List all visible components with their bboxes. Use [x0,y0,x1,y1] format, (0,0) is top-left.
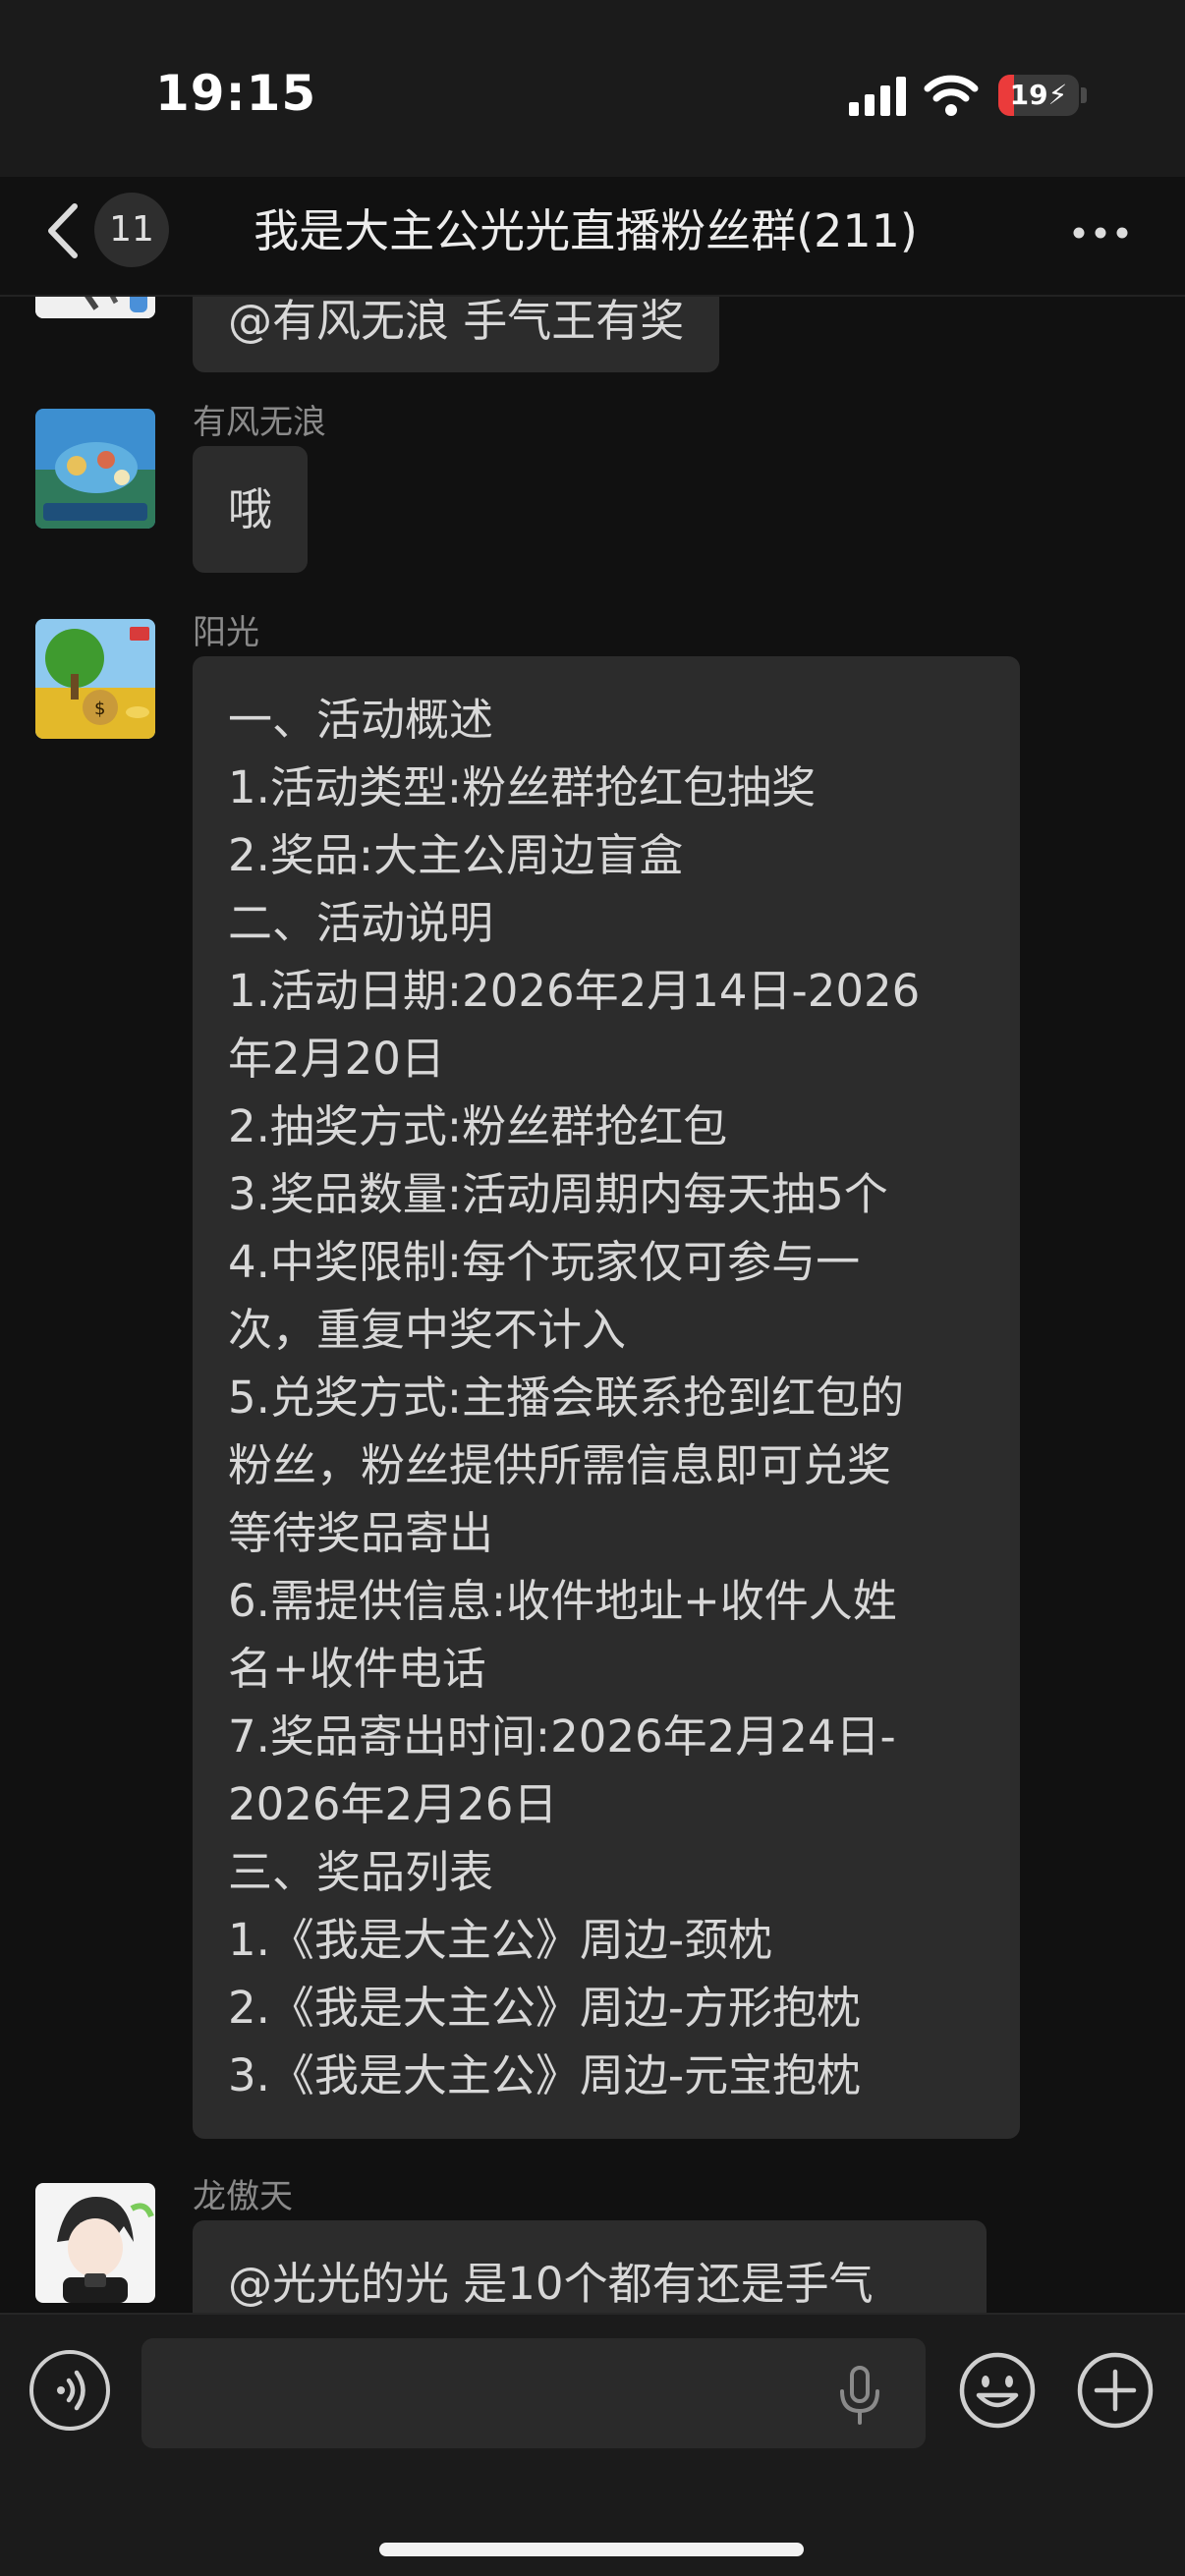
avatar-image [35,2183,155,2303]
emoji-icon[interactable] [957,2350,1038,2431]
message-line: 2.奖品:大主公周边盲盒 [228,829,684,881]
message-line: 7.奖品寄出时间:2026年2月24日- [228,1710,896,1763]
avatar-image [35,409,155,529]
message-line: 1.活动类型:粉丝群抢红包抽奖 [228,761,817,813]
message-line: 二、活动说明 [228,897,494,949]
message-line: @有风无浪 手气王有奖 [228,297,685,347]
message-line: 5.兑奖方式:主播会联系抢到红包的 [228,1372,905,1424]
avatar[interactable] [35,297,155,318]
wifi-icon [924,75,979,116]
avatar-image [35,297,155,318]
status-bar: 19:15 19⚡ [0,0,1185,177]
sender-name: 有风无浪 [193,403,326,442]
chat-screen: 19:15 19⚡ 11 我是大主公光光直播粉丝群(211) @有风无浪 手气王… [0,0,1185,2576]
message-input[interactable] [141,2338,926,2448]
message-line: 3.《我是大主公》周边-元宝抱枕 [228,2049,862,2101]
svg-text:$: $ [94,699,105,719]
sender-name: 龙傲天 [193,2177,293,2216]
message-line: 2.抽奖方式:粉丝群抢红包 [228,1100,728,1152]
home-indicator[interactable] [379,2543,804,2556]
message-line: 三、奖品列表 [228,1846,494,1898]
battery-level-text: 19⚡ [1009,79,1068,111]
status-time: 19:15 [155,65,317,122]
battery-icon: 19⚡ [998,75,1079,116]
voice-wave-icon [57,2370,85,2411]
message-line: 粉丝，粉丝提供所需信息即可兑奖 [228,1439,892,1491]
voice-icon[interactable] [29,2350,110,2431]
message-line: 等待奖品寄出 [228,1507,494,1559]
message-line: 3.奖品数量:活动周期内每天抽5个 [228,1168,888,1220]
message-line: 名+收件电话 [228,1643,486,1695]
message-line: @光光的光 是10个都有还是手气 [228,2258,874,2310]
message-line: 1.活动日期:2026年2月14日-2026 [228,965,921,1017]
signal-icon [849,77,906,116]
message-line: 哦 [228,483,273,535]
message-line: 2026年2月26日 [228,1778,558,1830]
battery-cap [1081,87,1087,103]
message-line: 1.《我是大主公》周边-颈枕 [228,1914,773,1966]
message-line: 4.中奖限制:每个玩家仅可参与一 [228,1236,861,1288]
message-bubble[interactable]: @有风无浪 手气王有奖 [193,297,720,372]
ellipsis-icon[interactable] [1071,208,1130,257]
message-line: 6.需提供信息:收件地址+收件人姓 [228,1575,897,1627]
avatar[interactable]: $ [35,619,155,739]
unread-count-badge[interactable]: 11 [94,193,169,267]
message-bubble[interactable]: @光光的光 是10个都有还是手气 [193,2220,987,2313]
message-line: 次，重复中奖不计入 [228,1304,627,1356]
avatar[interactable] [35,409,155,529]
message-bubble[interactable]: 一、活动概述 1.活动类型:粉丝群抢红包抽奖 2.奖品:大主公周边盲盒 二、活动… [193,656,1020,2139]
message-line: 2.《我是大主公》周边-方形抱枕 [228,1982,862,2034]
chat-title: 我是大主公光光直播粉丝群(211) [254,204,918,257]
message-line: 一、活动概述 [228,694,494,746]
avatar[interactable] [35,2183,155,2303]
input-bar [0,2313,1185,2576]
chevron-left-icon[interactable] [39,196,88,265]
microphone-icon[interactable] [833,2366,886,2425]
message-bubble[interactable]: 哦 [193,446,309,573]
message-list[interactable]: @有风无浪 手气王有奖 有风无浪 哦 $ 阳光 一、活动概述 1.活动类型:粉丝… [0,297,1185,2313]
sender-name: 阳光 [193,613,259,652]
message-line: 年2月20日 [228,1033,445,1085]
avatar-image: $ [35,619,155,739]
plus-icon[interactable] [1075,2350,1156,2431]
